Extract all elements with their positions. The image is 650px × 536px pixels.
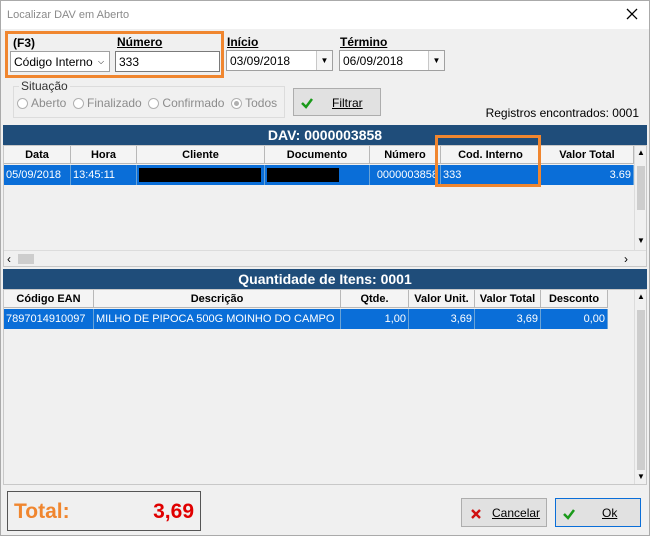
filter-button-label: Filtrar: [332, 96, 363, 110]
termino-label: Término: [340, 35, 388, 49]
col-numero[interactable]: Número: [370, 146, 441, 164]
cell-documento: [265, 165, 370, 185]
ok-button-label: Ok: [602, 506, 618, 520]
dav-grid-title: DAV: 0000003858: [267, 127, 383, 143]
items-columns: Código EAN Descrição Qtde. Valor Unit. V…: [4, 290, 608, 308]
cell-desconto: 0,00: [541, 309, 608, 329]
numero-label: Número: [117, 35, 163, 49]
chevron-down-icon[interactable]: ▼: [428, 51, 444, 70]
items-grid: Código EAN Descrição Qtde. Valor Unit. V…: [3, 289, 647, 485]
termino-date-field[interactable]: 06/09/2018 ▼: [339, 50, 445, 71]
cancel-icon: [471, 509, 481, 519]
situacao-options: Aberto Finalizado Confirmado Todos: [17, 96, 277, 110]
scroll-down-icon[interactable]: ▼: [637, 472, 645, 481]
dav-horizontal-scrollbar[interactable]: ‹ ›: [4, 250, 646, 266]
situacao-label: Situação: [19, 79, 70, 93]
col-hora[interactable]: Hora: [71, 146, 137, 164]
cell-cliente: [137, 165, 265, 185]
inicio-label: Início: [227, 35, 259, 49]
window-title: Localizar DAV em Aberto: [7, 9, 130, 21]
check-icon: [301, 98, 313, 109]
title-bar: Localizar DAV em Aberto: [1, 1, 649, 29]
termino-value: 06/09/2018: [343, 54, 404, 68]
scroll-thumb-h[interactable]: [18, 254, 34, 264]
search-type-select[interactable]: Código Interno ⌵: [10, 51, 110, 72]
items-grid-title: Quantidade de Itens: 0001: [238, 271, 412, 287]
cell-qtde: 1,00: [341, 309, 409, 329]
col-documento[interactable]: Documento: [265, 146, 370, 164]
numero-input[interactable]: 333: [115, 51, 220, 72]
col-descricao[interactable]: Descrição: [94, 290, 341, 308]
cell-valor-unit: 3,69: [409, 309, 475, 329]
col-cliente[interactable]: Cliente: [137, 146, 265, 164]
col-valor-total-item[interactable]: Valor Total: [475, 290, 541, 308]
col-data[interactable]: Data: [4, 146, 71, 164]
items-vertical-scrollbar[interactable]: ▲ ▼: [634, 290, 646, 484]
items-grid-header: Quantidade de Itens: 0001: [3, 269, 647, 289]
cell-numero: 0000003858: [370, 165, 441, 185]
cell-valor-total-item: 3,69: [475, 309, 541, 329]
cell-ean: 7897014910097: [4, 309, 94, 329]
cell-data: 05/09/2018: [4, 165, 71, 185]
cancel-button[interactable]: Cancelar: [461, 498, 547, 527]
total-value: 3,69: [153, 500, 194, 523]
col-codigo-ean[interactable]: Código EAN: [4, 290, 94, 308]
cell-descricao: MILHO DE PIPOCA 500G MOINHO DO CAMPO: [94, 309, 341, 329]
inicio-value: 03/09/2018: [230, 54, 291, 68]
col-qtde[interactable]: Qtde.: [341, 290, 409, 308]
table-row[interactable]: 7897014910097 MILHO DE PIPOCA 500G MOINH…: [4, 309, 608, 329]
redacted-cliente: [139, 168, 261, 182]
scroll-up-icon[interactable]: ▲: [637, 292, 645, 301]
col-desconto[interactable]: Desconto: [541, 290, 608, 308]
redacted-documento: [267, 168, 339, 182]
inicio-date-field[interactable]: 03/09/2018 ▼: [226, 50, 333, 71]
cell-hora: 13:45:11: [71, 165, 137, 185]
scroll-thumb[interactable]: [637, 310, 645, 470]
dav-grid-header: DAV: 0000003858: [3, 125, 647, 145]
total-label: Total:: [14, 500, 70, 523]
col-valor-unit[interactable]: Valor Unit.: [409, 290, 475, 308]
f3-label: (F3): [13, 36, 35, 50]
scroll-thumb[interactable]: [637, 166, 645, 210]
ok-button[interactable]: Ok: [555, 498, 641, 527]
cancel-button-label: Cancelar: [492, 506, 541, 520]
scroll-right-icon[interactable]: ›: [624, 252, 628, 266]
scroll-down-icon[interactable]: ▼: [637, 236, 645, 245]
dialog-window: Localizar DAV em Aberto (F3) Código Inte…: [0, 0, 650, 536]
scroll-left-icon[interactable]: ‹: [7, 252, 11, 266]
search-type-value: Código Interno: [14, 55, 93, 69]
numero-value: 333: [119, 55, 140, 69]
close-icon[interactable]: [623, 5, 641, 23]
cell-valor-total: 3.69: [541, 165, 634, 185]
total-panel: Total: 3,69: [7, 491, 201, 531]
radio-confirmado[interactable]: Confirmado: [148, 96, 224, 110]
radio-aberto[interactable]: Aberto: [17, 96, 66, 110]
radio-finalizado[interactable]: Finalizado: [73, 96, 142, 110]
records-count: Registros encontrados: 0001: [485, 106, 639, 120]
filter-button[interactable]: Filtrar: [293, 88, 381, 116]
col-valor-total[interactable]: Valor Total: [541, 146, 634, 164]
chevron-down-icon[interactable]: ▼: [316, 51, 332, 70]
dav-vertical-scrollbar[interactable]: ▲ ▼: [634, 146, 646, 250]
chevron-down-icon: ⌵: [93, 52, 109, 71]
radio-todos[interactable]: Todos: [231, 96, 277, 110]
dav-grid: Data Hora Cliente Documento Número Cod. …: [3, 145, 647, 267]
check-icon: [563, 509, 575, 520]
cod-interno-highlight: [435, 135, 541, 187]
scroll-up-icon[interactable]: ▲: [637, 148, 645, 157]
